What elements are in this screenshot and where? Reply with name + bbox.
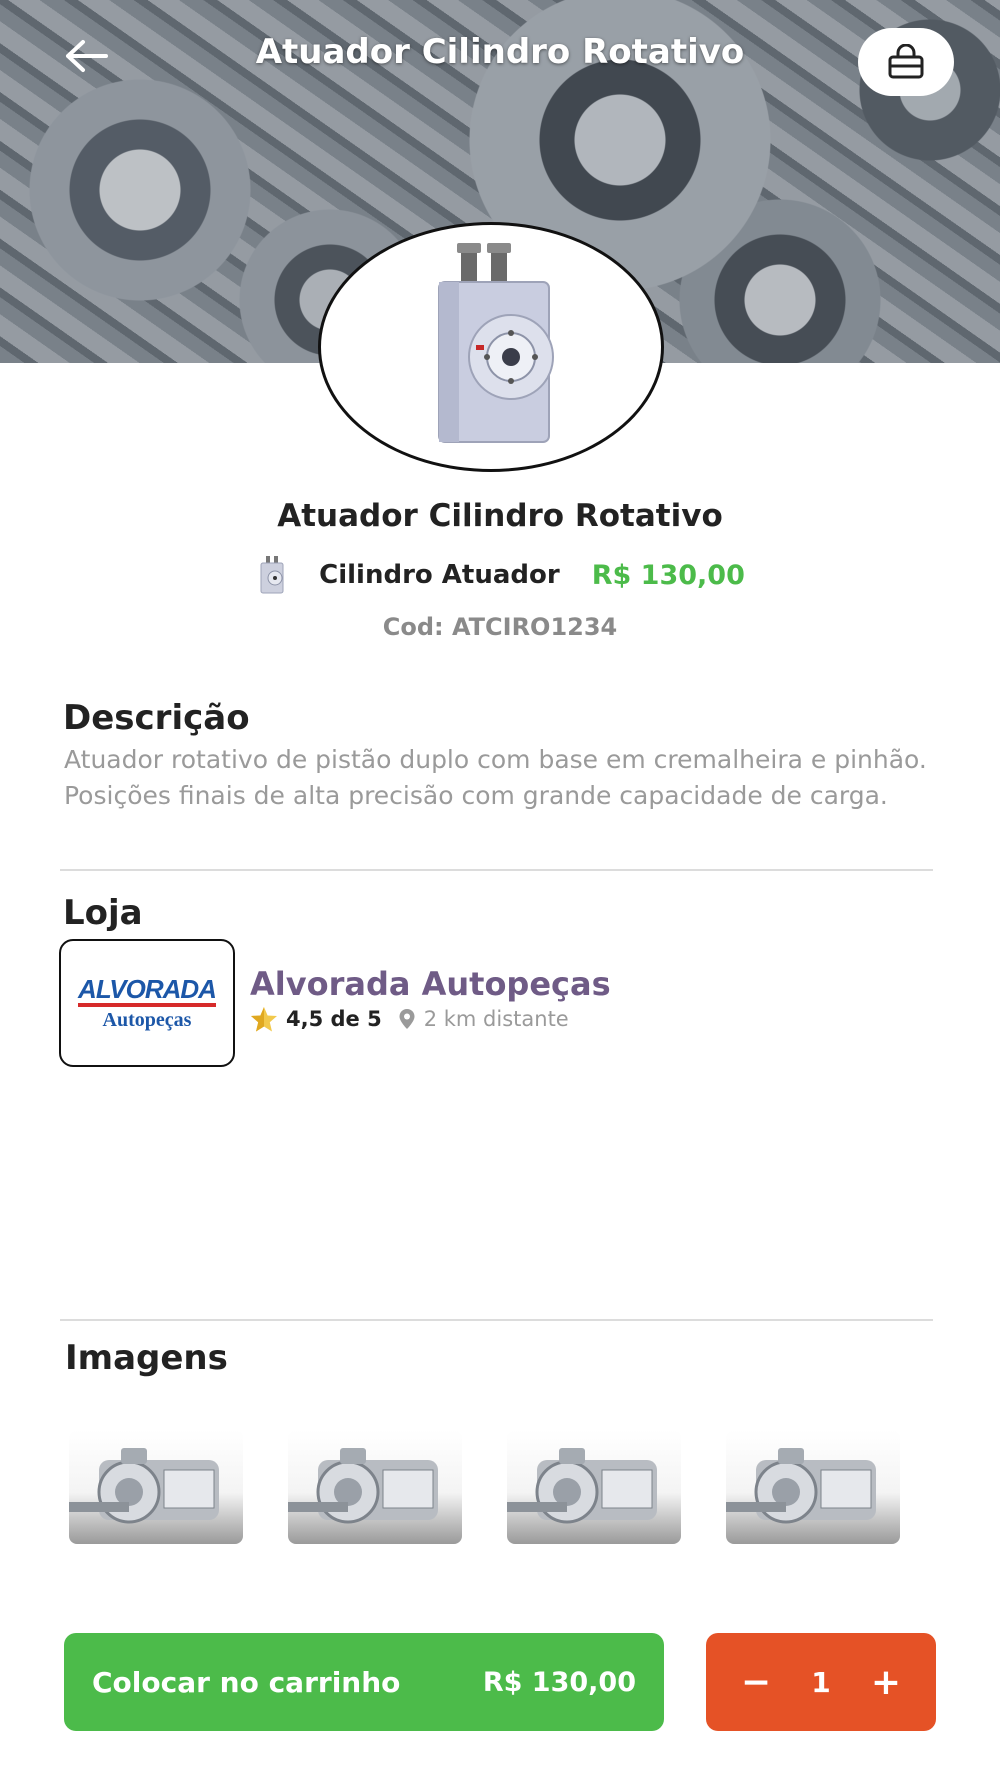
decrease-quantity-button[interactable]: − (736, 1662, 776, 1703)
add-to-cart-button[interactable]: Colocar no carrinho R$ 130,00 (64, 1633, 664, 1731)
description-heading: Descrição (63, 698, 250, 738)
store-name[interactable]: Alvorada Autopeças (250, 965, 611, 1003)
actuator-photo-icon (726, 1448, 876, 1524)
store-rating: 4,5 de 5 (286, 1007, 382, 1031)
star-icon (251, 1007, 277, 1032)
product-thumbnail-icon (260, 556, 284, 594)
gallery-image[interactable] (726, 1430, 900, 1544)
quantity-value: 1 (811, 1665, 831, 1699)
actuator-photo-icon (288, 1448, 438, 1524)
product-code: Cod: ATCIRO1234 (382, 613, 618, 641)
divider (60, 869, 933, 871)
store-logo-bottom: Autopeças (102, 1008, 192, 1031)
rotary-actuator-image (438, 243, 554, 443)
actuator-photo-icon (69, 1448, 219, 1524)
quantity-stepper: − 1 + (706, 1633, 936, 1731)
images-heading: Imagens (65, 1338, 228, 1378)
arrow-left-icon (66, 40, 108, 72)
product-info-row: Cilindro Atuador R$ 130,00 (0, 555, 1000, 595)
store-logo-top: ALVORADA (78, 975, 217, 1007)
add-to-cart-label: Colocar no carrinho (92, 1665, 401, 1699)
location-pin-icon (399, 1009, 415, 1029)
gallery-image[interactable] (288, 1430, 462, 1544)
back-button[interactable] (58, 30, 114, 82)
product-image (318, 222, 664, 472)
increase-quantity-button[interactable]: + (866, 1662, 906, 1703)
actuator-photo-icon (507, 1448, 657, 1524)
shopping-bag-icon (888, 44, 924, 79)
product-title: Atuador Cilindro Rotativo (277, 498, 723, 534)
image-gallery (69, 1430, 900, 1544)
store-meta: 4,5 de 5 2 km distante (250, 1006, 569, 1032)
header-title: Atuador Cilindro Rotativo (255, 32, 745, 72)
add-to-cart-price: R$ 130,00 (482, 1666, 636, 1698)
store-heading: Loja (63, 893, 143, 933)
divider (60, 1319, 933, 1321)
gallery-image[interactable] (69, 1430, 243, 1544)
product-subtitle: Cilindro Atuador (319, 560, 560, 590)
store-distance: 2 km distante (423, 1007, 569, 1031)
gallery-image[interactable] (507, 1430, 681, 1544)
store-logo[interactable]: ALVORADA Autopeças (59, 939, 235, 1067)
description-text: Atuador rotativo de pistão duplo com bas… (64, 745, 927, 810)
product-price: R$ 130,00 (591, 559, 745, 591)
cart-button[interactable] (858, 28, 954, 96)
